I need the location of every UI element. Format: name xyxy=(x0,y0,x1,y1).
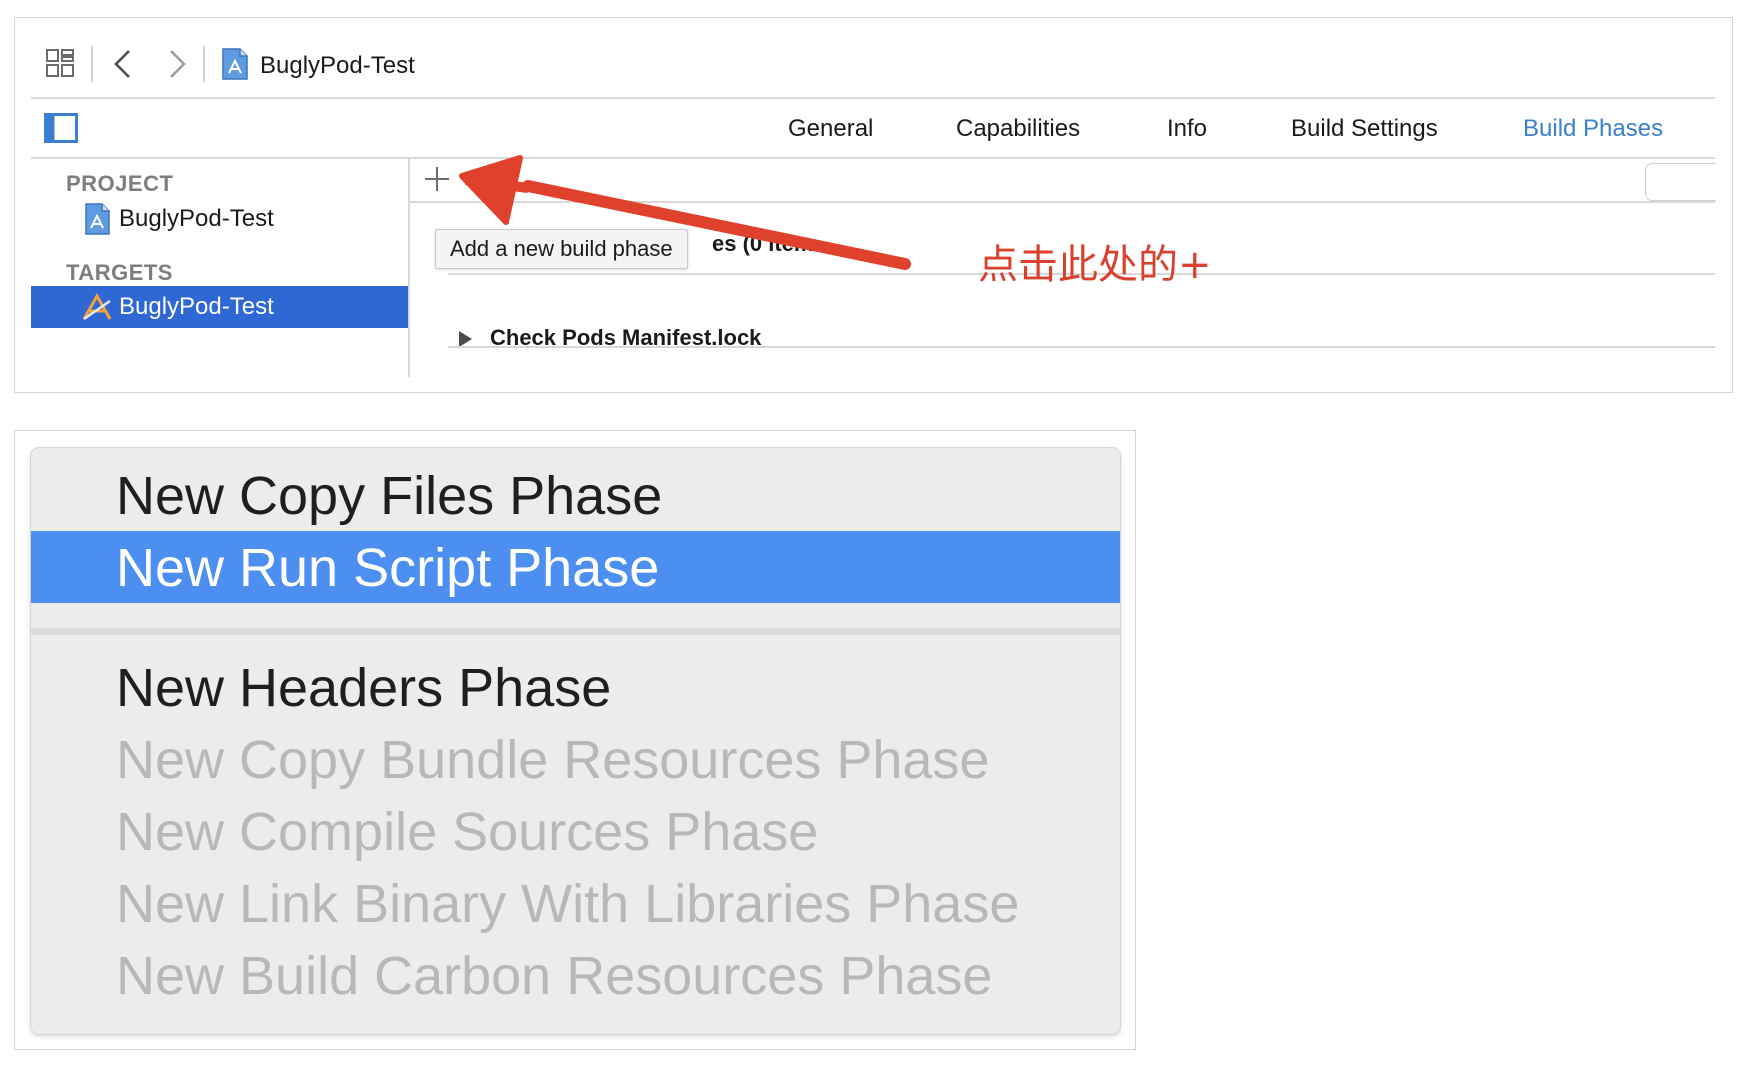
add-build-phase-tooltip: Add a new build phase xyxy=(435,229,688,269)
filter-field[interactable] xyxy=(1645,163,1716,201)
breadcrumb-project[interactable]: BuglyPod-Test xyxy=(260,52,415,80)
toolbar-separator xyxy=(91,46,93,82)
xcode-window: BuglyPod-Test General Capabilities Info … xyxy=(14,17,1733,393)
toolbar: BuglyPod-Test xyxy=(15,18,1732,97)
sidebar-item-label: BuglyPod-Test xyxy=(119,205,274,232)
menu-screenshot-panel: New Copy Files Phase New Run Script Phas… xyxy=(14,430,1136,1050)
tab-capabilities[interactable]: Capabilities xyxy=(956,115,1080,143)
annotation-label: 点击此处的+ xyxy=(978,242,1212,288)
back-chevron-icon[interactable] xyxy=(111,47,135,81)
project-file-icon xyxy=(85,203,110,235)
menu-item-new-run-script-phase[interactable]: New Run Script Phase xyxy=(31,531,1120,603)
project-file-icon xyxy=(222,48,248,80)
tab-build-phases[interactable]: Build Phases xyxy=(1523,115,1663,143)
tab-info[interactable]: Info xyxy=(1167,115,1207,143)
project-navigator-sidebar: PROJECT BuglyPod-Test TARGETS BuglyPod-T… xyxy=(31,158,408,394)
editor-divider xyxy=(410,201,1715,203)
menu-item-new-build-carbon-resources-phase: New Build Carbon Resources Phase xyxy=(116,946,993,1006)
menu-item-new-copy-bundle-resources-phase: New Copy Bundle Resources Phase xyxy=(116,730,990,790)
editor-tab-bar: General Capabilities Info Build Settings… xyxy=(15,98,1732,158)
tab-build-settings[interactable]: Build Settings xyxy=(1291,115,1438,143)
menu-item-new-headers-phase[interactable]: New Headers Phase xyxy=(31,651,1120,723)
sidebar-item-target[interactable]: BuglyPod-Test xyxy=(31,286,408,328)
menu-separator xyxy=(31,628,1120,635)
menu-item-new-link-binary-phase: New Link Binary With Libraries Phase xyxy=(116,874,1020,934)
phase-header-partial: es (0 items) xyxy=(712,231,812,256)
phase-divider xyxy=(448,346,1715,348)
related-items-grid-icon[interactable] xyxy=(45,48,75,78)
toolbar-separator xyxy=(203,46,205,82)
forward-chevron-icon[interactable] xyxy=(165,47,189,81)
menu-item-new-compile-sources-phase: New Compile Sources Phase xyxy=(116,802,819,862)
sidebar-item-label: BuglyPod-Test xyxy=(119,293,274,320)
sidebar-item-project[interactable]: BuglyPod-Test xyxy=(31,198,408,240)
add-build-phase-plus-icon[interactable] xyxy=(422,164,452,194)
project-section-header: PROJECT xyxy=(66,171,174,196)
app-target-icon xyxy=(82,292,112,321)
add-build-phase-menu: New Copy Files Phase New Run Script Phas… xyxy=(31,448,1120,1034)
targets-section-header: TARGETS xyxy=(66,260,173,285)
sidebar-toggle-icon[interactable] xyxy=(44,113,78,143)
tab-general[interactable]: General xyxy=(788,115,873,143)
menu-item-new-copy-files-phase[interactable]: New Copy Files Phase xyxy=(31,459,1120,531)
